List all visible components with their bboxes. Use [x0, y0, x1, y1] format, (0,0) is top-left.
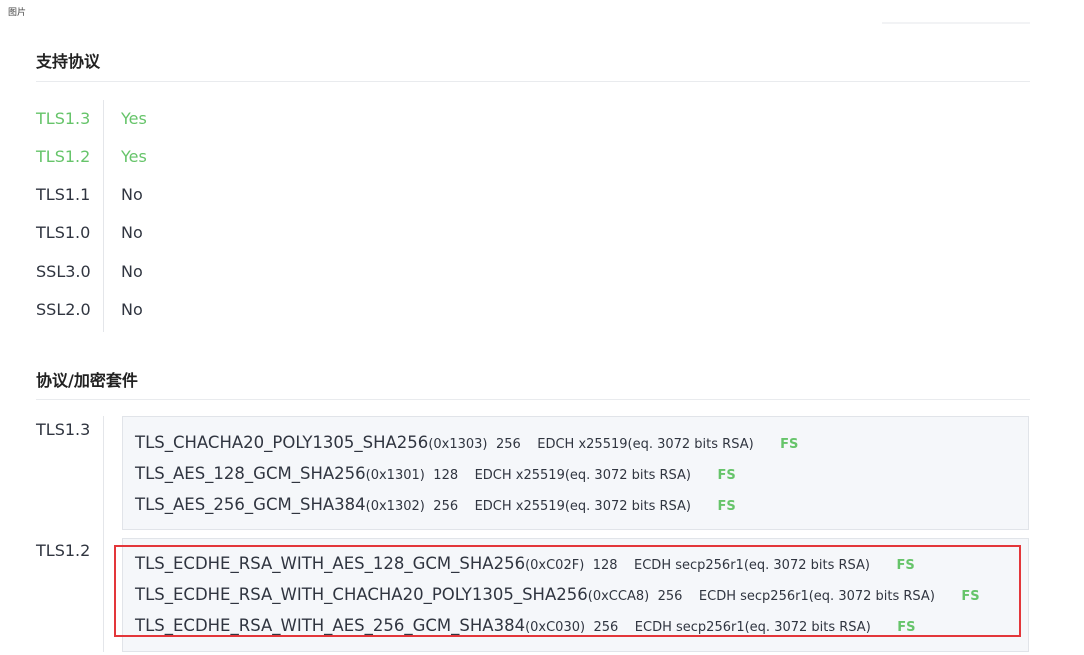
protocol-name: SSL3.0 [36, 262, 91, 281]
fs-badge: FS [780, 437, 799, 452]
protocol-support: Yes [121, 147, 147, 166]
cipher-bits: 256 [433, 499, 459, 514]
cipher-code: (0x1303) [428, 437, 488, 452]
suite-group-label: TLS1.2 [36, 541, 91, 560]
cipher-name: TLS_AES_256_GCM_SHA384 [135, 495, 366, 514]
fs-badge: FS [717, 499, 736, 514]
protocols-section-divider [36, 81, 1030, 82]
cipher-suite-row: TLS_CHACHA20_POLY1305_SHA256(0x1303) 256… [135, 433, 798, 452]
cipher-bits: 128 [433, 468, 459, 483]
suites-section-divider [36, 399, 1030, 400]
protocol-support: No [121, 185, 143, 204]
protocol-name: SSL2.0 [36, 300, 91, 319]
protocol-name: TLS1.2 [36, 147, 91, 166]
top-divider [882, 22, 1030, 24]
cipher-kex: EDCH x25519(eq. 3072 bits RSA) [537, 437, 754, 452]
cipher-suite-box: TLS_CHACHA20_POLY1305_SHA256(0x1303) 256… [122, 416, 1029, 530]
cipher-bits: 256 [495, 437, 521, 452]
suite-group-label: TLS1.3 [36, 420, 91, 439]
protocol-name: TLS1.3 [36, 109, 91, 128]
protocol-support: No [121, 300, 143, 319]
protocols-section-title: 支持协议 [36, 52, 101, 71]
cipher-name: TLS_CHACHA20_POLY1305_SHA256 [135, 433, 429, 452]
protocol-support: No [121, 223, 143, 242]
cipher-suite-row: TLS_AES_128_GCM_SHA256(0x1301) 128 EDCH … [135, 464, 736, 483]
cipher-suite-row: TLS_AES_256_GCM_SHA384(0x1302) 256 EDCH … [135, 495, 736, 514]
cipher-kex: EDCH x25519(eq. 3072 bits RSA) [474, 499, 691, 514]
protocol-name: TLS1.1 [36, 185, 91, 204]
protocol-support: Yes [121, 109, 147, 128]
highlight-box [114, 545, 1021, 637]
cipher-code: (0x1301) [365, 468, 425, 483]
suites-section-title: 协议/加密套件 [36, 371, 138, 390]
fs-badge: FS [717, 468, 736, 483]
image-label: 图片 [8, 8, 27, 18]
protocol-name: TLS1.0 [36, 223, 91, 242]
protocol-support: No [121, 262, 143, 281]
protocols-column-divider [103, 100, 104, 332]
cipher-name: TLS_AES_128_GCM_SHA256 [135, 464, 366, 483]
cipher-code: (0x1302) [365, 499, 425, 514]
cipher-kex: EDCH x25519(eq. 3072 bits RSA) [474, 468, 691, 483]
suites-column-divider [103, 416, 104, 652]
